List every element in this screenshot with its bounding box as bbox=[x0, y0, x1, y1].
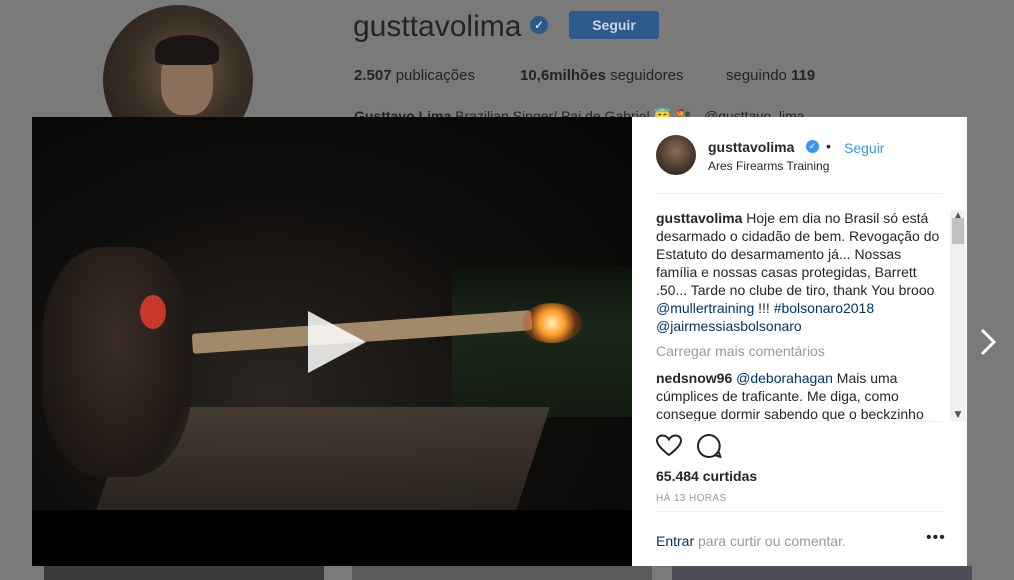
post-sidebar: gusttavolima ✓ • Seguir Ares Firearms Tr… bbox=[632, 117, 967, 566]
post-header: gusttavolima ✓ • Seguir Ares Firearms Tr… bbox=[656, 135, 943, 194]
caption: gusttavolima Hoje em dia no Brasil só es… bbox=[656, 209, 943, 335]
separator-dot: • bbox=[826, 138, 831, 154]
comment-mention[interactable]: @deborahagan bbox=[736, 370, 833, 386]
comments-list: gusttavolima Hoje em dia no Brasil só es… bbox=[656, 209, 943, 421]
followers-stat[interactable]: 10,6milhões seguidores bbox=[520, 67, 683, 84]
caption-hashtag[interactable]: #bolsonaro2018 bbox=[774, 300, 874, 316]
caption-separator: !!! bbox=[754, 300, 774, 316]
grid-thumbnail[interactable] bbox=[352, 566, 652, 580]
login-prompt: Entrar para curtir ou comentar. bbox=[656, 533, 846, 549]
comments-scrollbar[interactable]: ▲ ▼ bbox=[950, 210, 966, 421]
grid-thumbnail[interactable] bbox=[44, 566, 324, 580]
author-username[interactable]: gusttavolima bbox=[708, 139, 794, 155]
posts-stat: 2.507 publicações bbox=[354, 67, 475, 84]
divider bbox=[656, 511, 943, 512]
heart-icon[interactable] bbox=[655, 433, 683, 459]
verified-badge-icon: ✓ bbox=[530, 16, 548, 34]
divider bbox=[656, 421, 943, 422]
grid-thumbnail[interactable] bbox=[672, 566, 972, 580]
load-more-comments[interactable]: Carregar mais comentários bbox=[656, 342, 943, 360]
post-location[interactable]: Ares Firearms Training bbox=[708, 159, 829, 173]
comment-item: nedsnow96 @deborahagan Mais uma cúmplice… bbox=[656, 369, 943, 421]
comment-icon[interactable] bbox=[696, 433, 722, 459]
video-letterbox bbox=[32, 510, 632, 566]
more-options-icon[interactable]: ••• bbox=[926, 529, 946, 547]
scrollbar-thumb[interactable] bbox=[952, 218, 964, 244]
post-actions bbox=[655, 433, 756, 461]
scroll-down-icon[interactable]: ▼ bbox=[950, 409, 966, 421]
likes-count[interactable]: 65.484 curtidas bbox=[656, 468, 757, 484]
post-timestamp: HÁ 13 HORAS bbox=[656, 493, 727, 504]
login-link[interactable]: Entrar bbox=[656, 533, 694, 549]
follow-button[interactable]: Seguir bbox=[844, 140, 884, 156]
post-video[interactable] bbox=[32, 117, 632, 566]
author-avatar[interactable] bbox=[656, 135, 696, 175]
caption-mention[interactable]: @mullertraining bbox=[656, 300, 754, 316]
verified-badge-icon: ✓ bbox=[806, 140, 819, 153]
caption-username[interactable]: gusttavolima bbox=[656, 210, 742, 226]
profile-username: gusttavolima bbox=[353, 10, 522, 43]
profile-follow-button[interactable]: Seguir bbox=[569, 11, 659, 39]
caption-mention-2[interactable]: @jairmessiasbolsonaro bbox=[656, 318, 802, 334]
play-icon[interactable] bbox=[302, 307, 372, 377]
following-stat[interactable]: seguindo 119 bbox=[726, 67, 815, 84]
chevron-right-icon[interactable] bbox=[977, 326, 999, 358]
login-prompt-text: para curtir ou comentar. bbox=[694, 533, 846, 549]
comment-username[interactable]: nedsnow96 bbox=[656, 370, 732, 386]
